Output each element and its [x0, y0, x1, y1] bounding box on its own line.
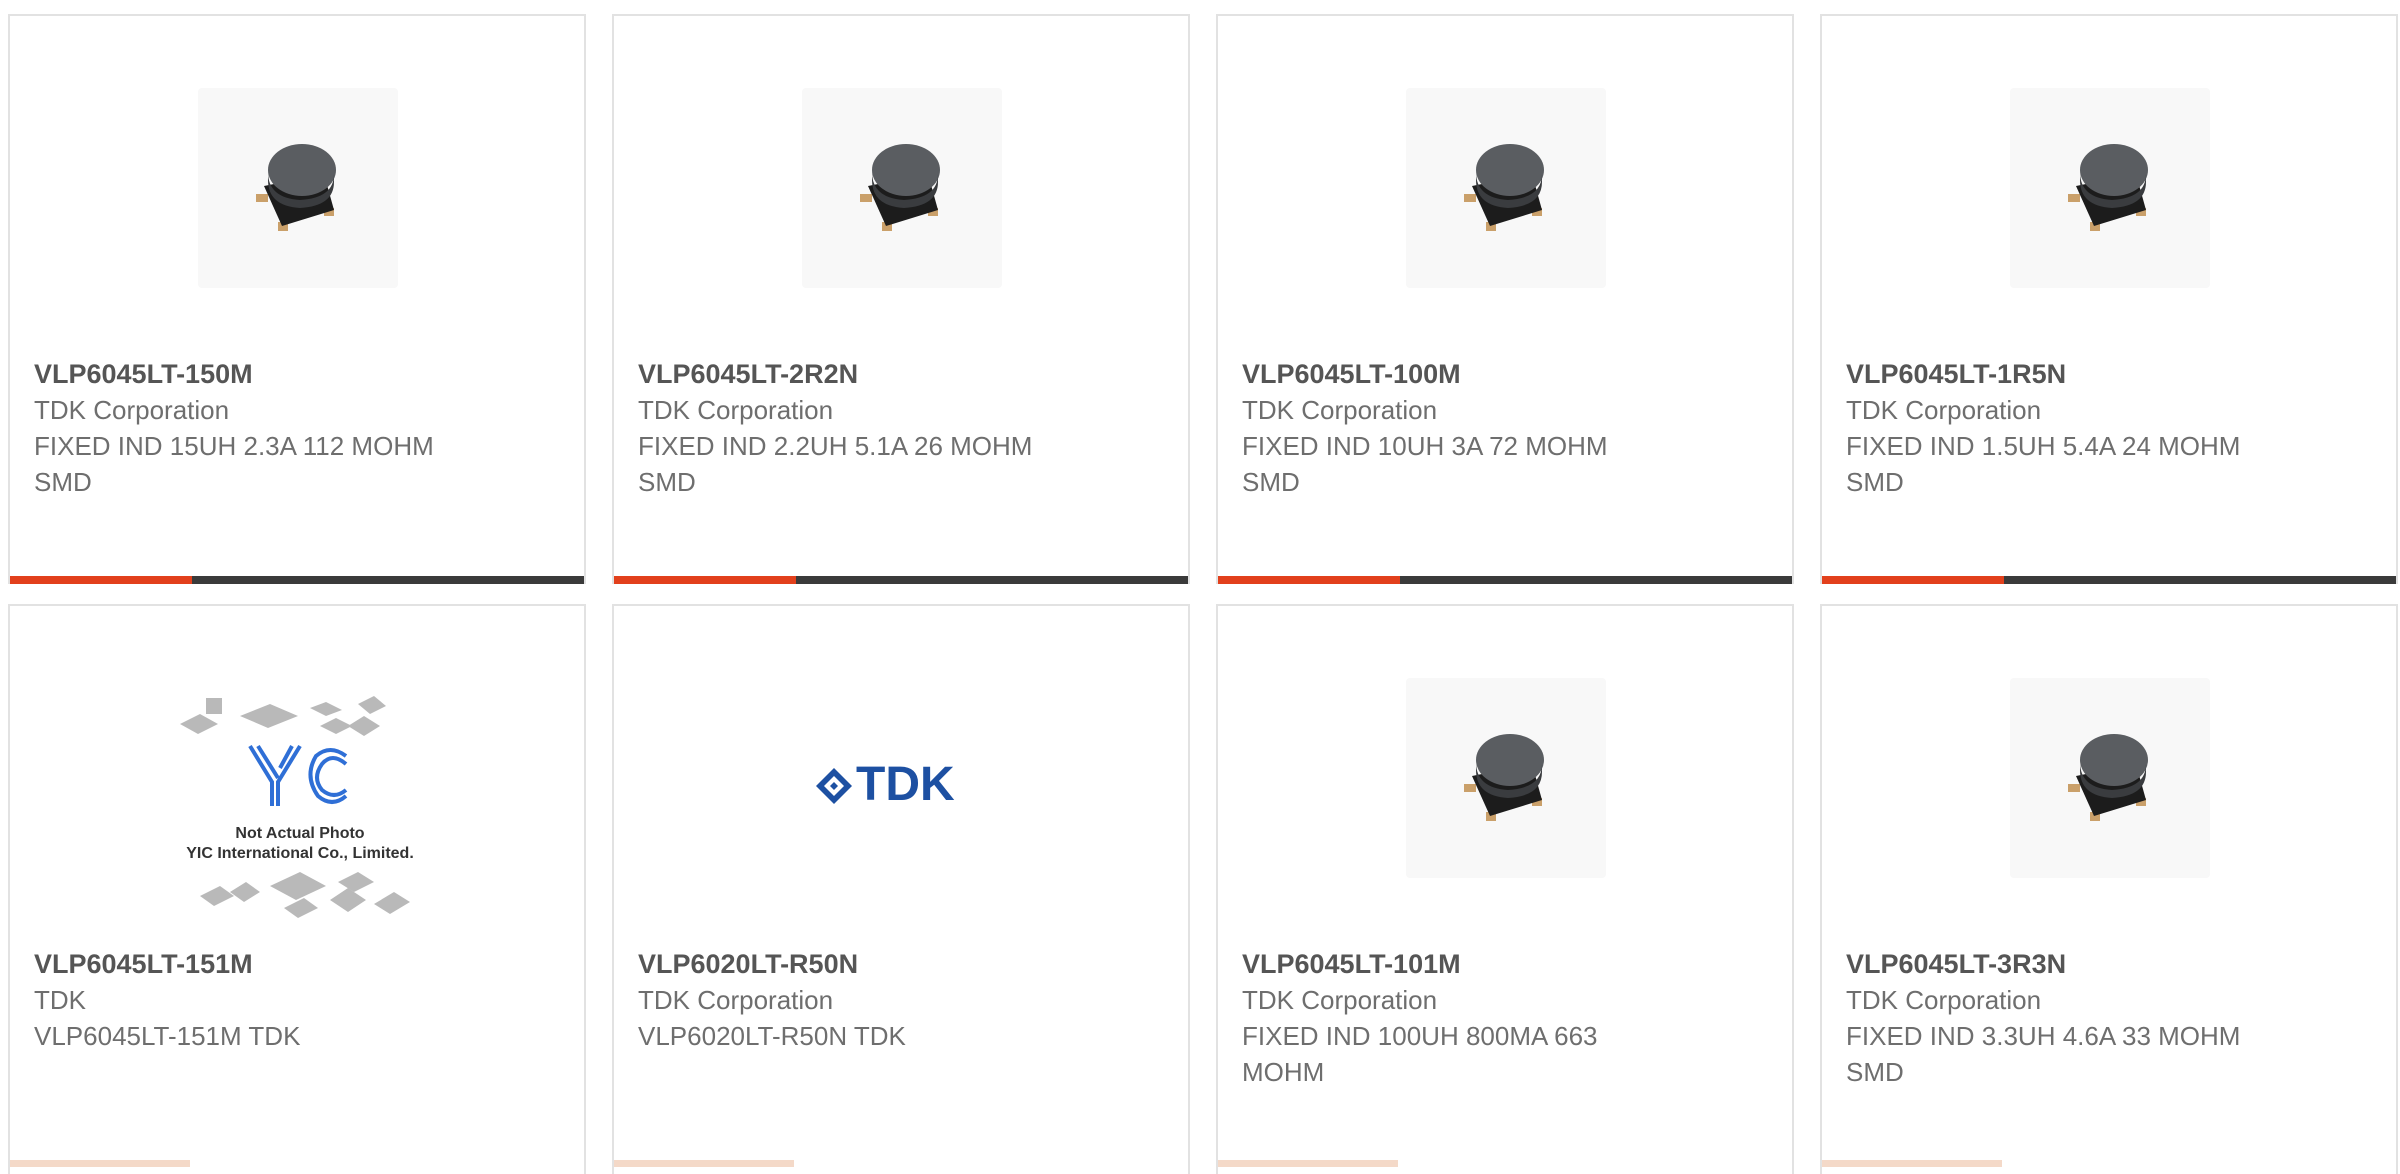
card-bottom-edge: [614, 1160, 794, 1167]
product-description: FIXED IND 1.5UH 5.4A 24 MOHM SMD: [1846, 431, 2241, 497]
product-card[interactable]: TDK VLP6020LT-R50N TDK Corporation VLP60…: [612, 604, 1190, 1174]
card-accent-bar: [1822, 576, 2004, 584]
card-accent-bar: [614, 576, 796, 584]
product-card[interactable]: VLP6045LT-100M TDK Corporation FIXED IND…: [1216, 14, 1794, 584]
card-progress-bar: [614, 576, 1188, 584]
product-description: FIXED IND 10UH 3A 72 MOHM SMD: [1242, 431, 1608, 497]
part-number[interactable]: VLP6045LT-151M: [34, 946, 454, 982]
placeholder-photo-icon: Not Actual Photo YIC International Co., …: [180, 696, 414, 918]
product-image[interactable]: [1404, 86, 1608, 290]
product-description: VLP6045LT-151M TDK: [34, 1021, 301, 1051]
product-image[interactable]: [2008, 86, 2212, 290]
card-progress-bar: [1822, 576, 2396, 584]
product-card[interactable]: VLP6045LT-150M TDK Corporation FIXED IND…: [8, 14, 586, 584]
part-number[interactable]: VLP6045LT-1R5N: [1846, 356, 2266, 392]
part-number[interactable]: VLP6045LT-150M: [34, 356, 454, 392]
product-card[interactable]: Not Actual Photo YIC International Co., …: [8, 604, 586, 1174]
manufacturer: TDK Corporation: [1846, 985, 2042, 1015]
inductor-photo-icon: [256, 144, 336, 231]
manufacturer: TDK Corporation: [1846, 395, 2042, 425]
manufacturer: TDK Corporation: [638, 985, 834, 1015]
product-image[interactable]: [1404, 676, 1608, 880]
card-accent-bar: [10, 576, 192, 584]
card-accent-bar: [1218, 576, 1400, 584]
part-number[interactable]: VLP6020LT-R50N: [638, 946, 1058, 982]
card-bottom-edge: [1822, 1160, 2002, 1167]
part-number[interactable]: VLP6045LT-2R2N: [638, 356, 1058, 392]
placeholder-caption-2: YIC International Co., Limited.: [186, 845, 414, 862]
part-number[interactable]: VLP6045LT-100M: [1242, 356, 1662, 392]
part-number[interactable]: VLP6045LT-101M: [1242, 946, 1662, 982]
product-image[interactable]: Not Actual Photo YIC International Co., …: [160, 686, 440, 926]
inductor-photo-icon: [1464, 144, 1544, 231]
tdk-logo-icon: TDK: [816, 758, 955, 811]
manufacturer: TDK Corporation: [34, 395, 230, 425]
tdk-logo-text: TDK: [856, 758, 955, 811]
inductor-photo-icon: [860, 144, 940, 231]
product-image[interactable]: [800, 86, 1004, 290]
placeholder-caption-1: Not Actual Photo: [235, 825, 364, 842]
product-description: FIXED IND 2.2UH 5.1A 26 MOHM SMD: [638, 431, 1033, 497]
inductor-photo-icon: [2068, 734, 2148, 821]
card-progress-bar: [1218, 576, 1792, 584]
product-image[interactable]: TDK: [794, 736, 1014, 836]
product-grid: VLP6045LT-150M TDK Corporation FIXED IND…: [8, 14, 2398, 1174]
manufacturer: TDK Corporation: [1242, 395, 1438, 425]
product-description: VLP6020LT-R50N TDK: [638, 1021, 906, 1051]
product-image[interactable]: [2008, 676, 2212, 880]
product-card[interactable]: VLP6045LT-1R5N TDK Corporation FIXED IND…: [1820, 14, 2398, 584]
inductor-photo-icon: [1464, 734, 1544, 821]
product-card[interactable]: VLP6045LT-2R2N TDK Corporation FIXED IND…: [612, 14, 1190, 584]
product-image[interactable]: [196, 86, 400, 290]
product-card[interactable]: VLP6045LT-101M TDK Corporation FIXED IND…: [1216, 604, 1794, 1174]
part-number[interactable]: VLP6045LT-3R3N: [1846, 946, 2266, 982]
card-bottom-edge: [10, 1160, 190, 1167]
inductor-photo-icon: [2068, 144, 2148, 231]
manufacturer: TDK Corporation: [638, 395, 834, 425]
manufacturer: TDK Corporation: [1242, 985, 1438, 1015]
manufacturer: TDK: [34, 985, 86, 1015]
product-description: FIXED IND 15UH 2.3A 112 MOHM SMD: [34, 431, 434, 497]
product-card[interactable]: VLP6045LT-3R3N TDK Corporation FIXED IND…: [1820, 604, 2398, 1174]
product-description: FIXED IND 3.3UH 4.6A 33 MOHM SMD: [1846, 1021, 2241, 1087]
card-bottom-edge: [1218, 1160, 1398, 1167]
card-progress-bar: [10, 576, 584, 584]
product-description: FIXED IND 100UH 800MA 663 MOHM: [1242, 1021, 1598, 1087]
